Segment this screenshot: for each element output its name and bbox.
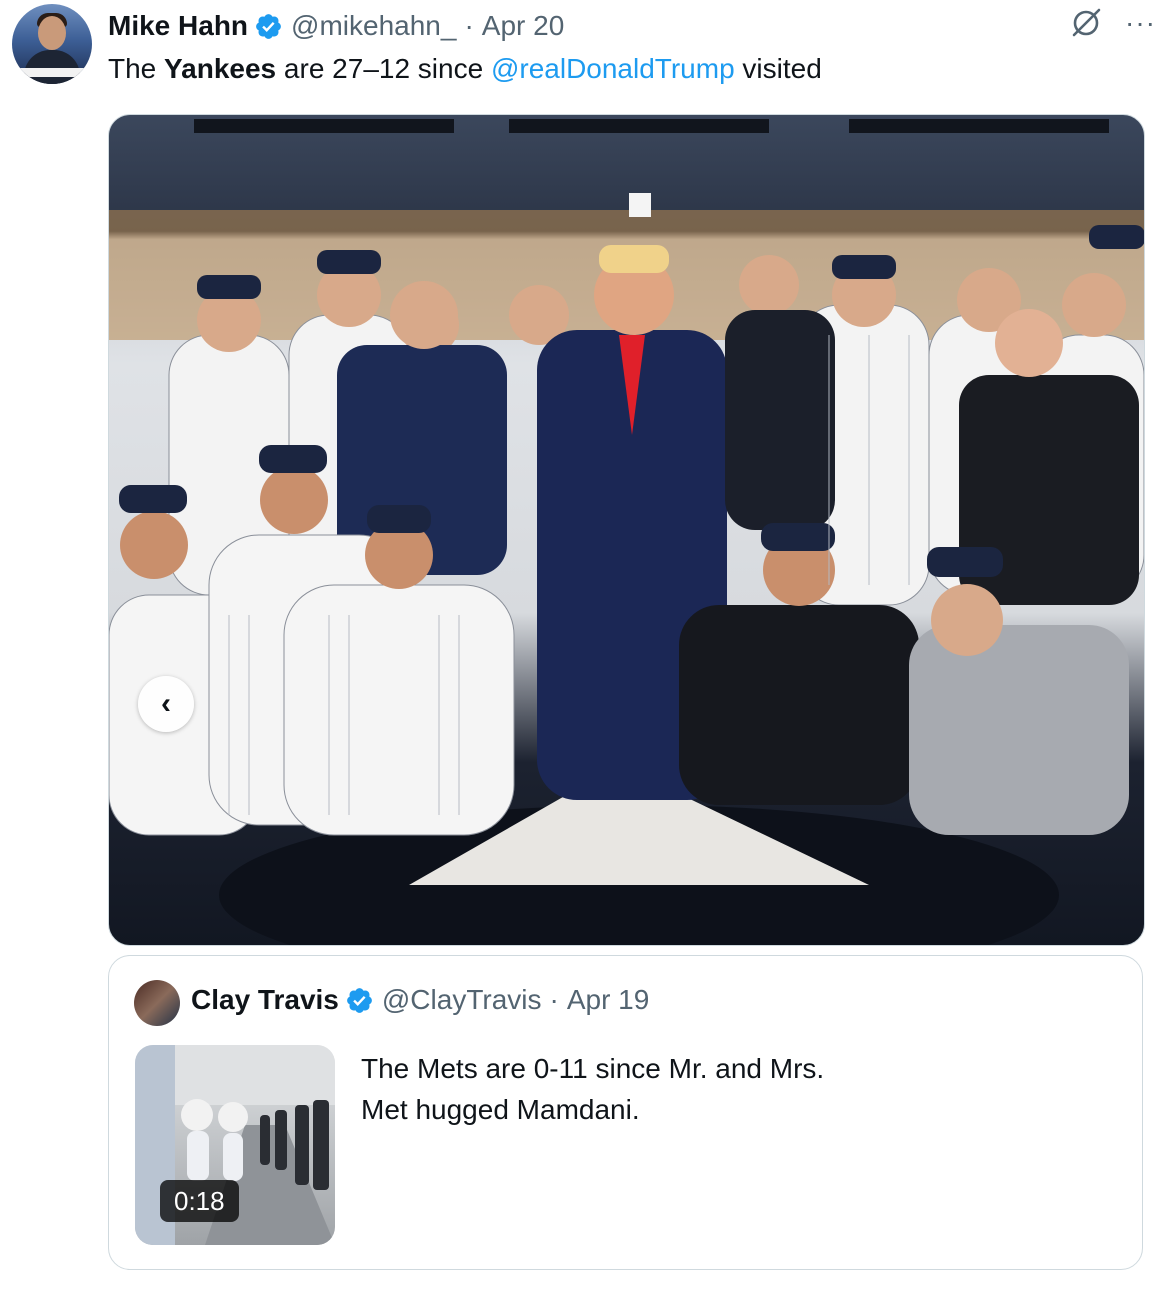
tweet-text-part: are 27–12 since [276, 53, 491, 84]
quoted-tweet-date[interactable]: Apr 19 [567, 984, 650, 1016]
tweet-text-bold: Yankees [164, 53, 277, 84]
tweet-text-part: The [108, 53, 165, 84]
quoted-author-avatar[interactable] [134, 980, 180, 1026]
quoted-tweet-text: The Mets are 0-11 since Mr. and Mrs. Met… [361, 1053, 825, 1125]
tweet-header: Mike Hahn @mikehahn_ · Apr 20 [108, 6, 564, 46]
separator-dot: · [549, 984, 559, 1015]
team-photo-illustration [109, 119, 1144, 945]
quoted-tweet[interactable]: Clay Travis @ClayTravis · Apr 19 0:18 Th [108, 955, 1143, 1270]
tweet-text: The Yankees are 27–12 since @realDonaldT… [108, 50, 822, 88]
verified-badge-icon[interactable] [254, 12, 283, 41]
quoted-video-thumbnail[interactable]: 0:18 [135, 1045, 335, 1245]
tweet-date[interactable]: Apr 20 [482, 10, 565, 42]
tweet-photo[interactable] [108, 114, 1145, 946]
avatar-chyron [12, 68, 92, 77]
tweet-text-part: visited [734, 53, 822, 84]
carousel-prev-button[interactable]: ‹ [138, 676, 194, 732]
avatar-suit [24, 50, 80, 84]
header-actions: ··· [1069, 6, 1156, 40]
author-avatar[interactable] [12, 4, 92, 84]
mention-link[interactable]: @realDonaldTrump [491, 53, 735, 84]
verified-badge-icon[interactable] [345, 986, 374, 1015]
author-handle[interactable]: @mikehahn_ [291, 10, 456, 42]
author-name[interactable]: Mike Hahn [108, 10, 248, 42]
grok-icon[interactable] [1069, 6, 1103, 40]
quoted-tweet-header: Clay Travis @ClayTravis · Apr 19 [191, 984, 649, 1016]
video-duration-badge: 0:18 [160, 1180, 239, 1222]
quoted-author-name[interactable]: Clay Travis [191, 984, 339, 1016]
more-options-icon[interactable]: ··· [1125, 8, 1156, 38]
avatar-face [38, 16, 66, 50]
separator-dot: · [464, 10, 474, 41]
quoted-author-handle[interactable]: @ClayTravis [382, 984, 542, 1016]
